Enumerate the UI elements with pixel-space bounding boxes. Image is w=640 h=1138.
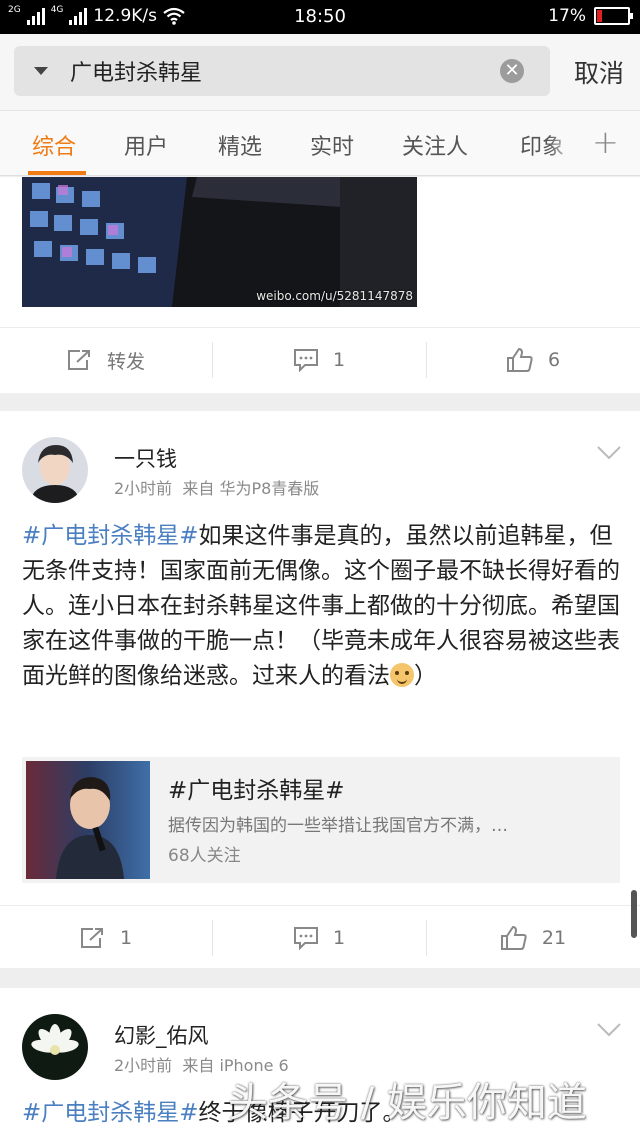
thumbs-up-icon <box>506 347 533 372</box>
search-input[interactable] <box>70 54 490 88</box>
avatar[interactable] <box>22 1014 88 1080</box>
avatar-image <box>22 437 88 503</box>
search-type-dropdown-icon[interactable] <box>34 67 48 75</box>
repost-button[interactable]: 转发 <box>0 328 212 392</box>
avatar[interactable] <box>22 437 88 503</box>
post-card: weibo.com/u/5281147878 转发 1 6 <box>0 177 640 393</box>
tab-featured[interactable]: 精选 <box>218 129 262 161</box>
watermark: 头条号 / 娱乐你知道 <box>228 1080 587 1126</box>
post-meta: 2小时前 来自 华为P8青春版 <box>114 475 319 499</box>
like-count: 21 <box>541 927 567 949</box>
thumbs-up-icon <box>500 925 527 950</box>
avatar-image <box>22 1014 88 1080</box>
like-button[interactable]: 6 <box>426 328 640 392</box>
repost-button[interactable]: 1 <box>0 906 212 970</box>
post-body-end: ） <box>414 663 437 689</box>
comment-count: 1 <box>332 349 346 371</box>
chevron-down-icon[interactable] <box>596 445 622 461</box>
post-text: #广电封杀韩星#如果这件事是真的，虽然以前追韩星，但无条件支持！国家面前无偶像。… <box>22 519 622 694</box>
comment-icon <box>293 927 318 950</box>
username[interactable]: 一只钱 <box>114 443 177 473</box>
post-time: 2小时前 <box>114 479 173 498</box>
battery-percent: 17% <box>548 6 586 26</box>
tab-following[interactable]: 关注人 <box>402 129 468 161</box>
tab-realtime[interactable]: 实时 <box>310 129 354 161</box>
topic-card[interactable]: #广电封杀韩星# 据传因为韩国的一些举措让我国官方不满，… 68人关注 <box>22 757 620 883</box>
status-right: 17% <box>548 6 633 26</box>
post-time: 2小时前 <box>114 1056 173 1075</box>
hashtag-link[interactable]: #广电封杀韩星# <box>22 1100 199 1126</box>
hashtag-link[interactable]: #广电封杀韩星# <box>22 523 199 549</box>
like-button[interactable]: 21 <box>426 906 640 970</box>
search-box: ✕ <box>14 46 550 96</box>
topic-image <box>26 761 150 879</box>
topic-description: 据传因为韩国的一些举措让我国官方不满，… <box>168 816 508 836</box>
search-tabs: 综合 用户 精选 实时 关注人 印象 + <box>0 110 640 176</box>
add-tab-icon[interactable]: + <box>592 123 619 161</box>
repost-label: 转发 <box>106 350 145 373</box>
search-bar: ✕ 取消 <box>0 34 640 110</box>
post-source: 来自 华为P8青春版 <box>182 479 320 498</box>
post-actions: 1 1 21 <box>0 905 640 969</box>
doge-emoji-icon <box>390 663 414 687</box>
active-tab-indicator <box>28 171 86 175</box>
post-actions: 转发 1 6 <box>0 327 640 391</box>
chevron-down-icon[interactable] <box>596 1022 622 1038</box>
battery-level <box>597 10 602 22</box>
tab-fade <box>548 113 584 173</box>
comment-button[interactable]: 1 <box>212 328 426 392</box>
repost-icon <box>67 350 90 370</box>
cancel-button[interactable]: 取消 <box>574 54 624 90</box>
image-watermark: weibo.com/u/5281147878 <box>256 289 413 303</box>
scrollbar[interactable] <box>631 890 637 938</box>
like-count: 6 <box>547 349 561 371</box>
battery-icon <box>594 7 633 25</box>
game-screenshot-image <box>22 177 417 307</box>
clear-search-button[interactable]: ✕ <box>500 59 524 83</box>
repost-icon <box>80 928 103 948</box>
comment-button[interactable]: 1 <box>212 906 426 970</box>
topic-title: #广电封杀韩星# <box>168 778 345 804</box>
tab-users[interactable]: 用户 <box>124 129 168 161</box>
post-card: 一只钱 2小时前 来自 华为P8青春版 #广电封杀韩星#如果这件事是真的，虽然以… <box>0 411 640 968</box>
topic-followers: 68人关注 <box>168 846 241 866</box>
username[interactable]: 幻影_佑风 <box>114 1020 209 1050</box>
repost-count: 1 <box>119 927 133 949</box>
status-bar: 2G 4G 12.9K/s 18:50 17% <box>0 0 640 34</box>
clock: 18:50 <box>294 6 346 27</box>
tab-comprehensive[interactable]: 综合 <box>32 129 76 161</box>
comment-count: 1 <box>332 927 346 949</box>
post-image[interactable]: weibo.com/u/5281147878 <box>22 177 417 307</box>
topic-photo <box>26 761 150 879</box>
comment-icon <box>293 349 318 372</box>
